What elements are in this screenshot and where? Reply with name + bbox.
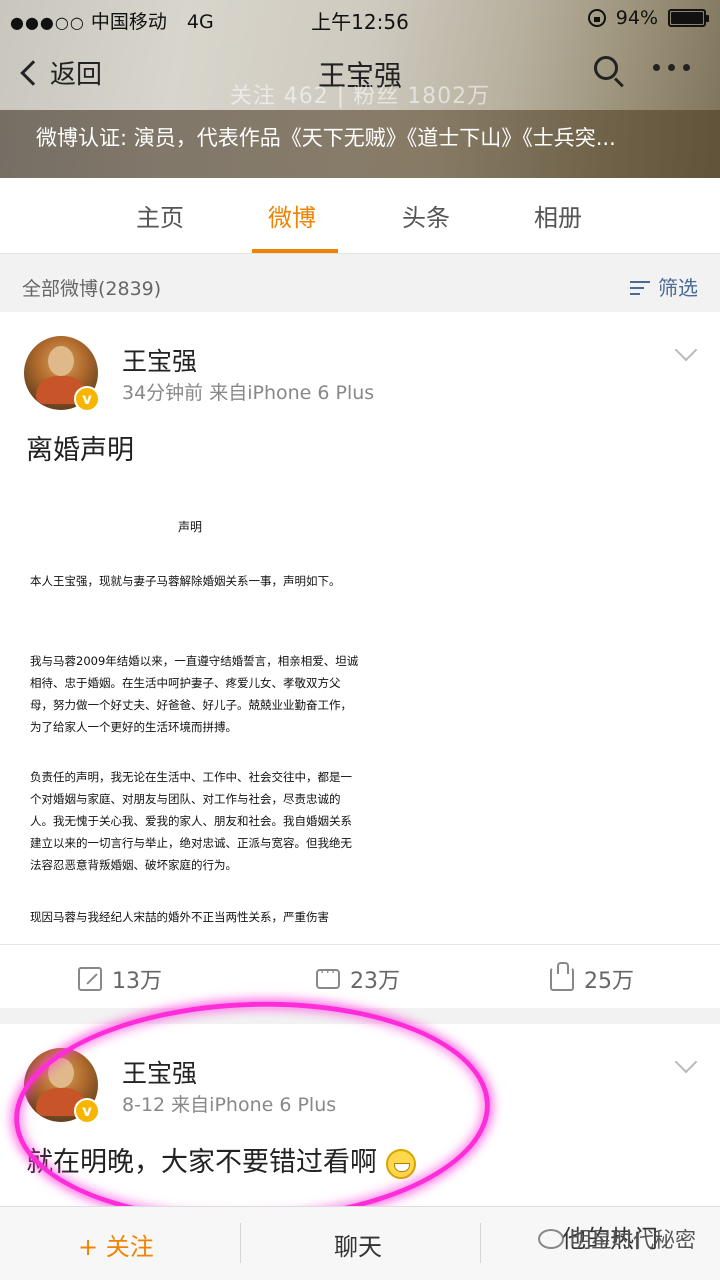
profile-header: ●●●○○ 中国移动 4G 上午12:56 94% 返回 王宝强 关注 462 … <box>0 0 720 178</box>
repost-count: 13万 <box>112 969 162 994</box>
avatar[interactable]: v <box>24 336 100 412</box>
verified-badge-icon: v <box>74 1098 100 1124</box>
status-right: 94% <box>587 7 709 29</box>
verification-text: 微博认证: 演员，代表作品《天下无贼》《道士下山》《士兵突... <box>36 126 616 150</box>
more-icon[interactable] <box>653 64 690 71</box>
post-card[interactable]: v 王宝强 34分钟前 来自iPhone 6 Plus 离婚声明 声明 本人王宝… <box>0 312 720 1008</box>
chat-button[interactable]: 聊天 <box>334 1227 382 1262</box>
follow-button[interactable]: + 关注 <box>78 1227 154 1262</box>
doc-title: 声明 <box>178 520 203 534</box>
verified-badge-icon: v <box>74 386 100 412</box>
thumbs-up-icon <box>550 962 574 991</box>
feed-count: 全部微博(2839) <box>22 278 162 300</box>
post-actions: 13万 23万 25万 <box>0 944 720 1008</box>
like-count: 25万 <box>584 969 634 994</box>
follow-label: 关注 <box>105 1233 154 1261</box>
post-text: 离婚声明 <box>26 435 134 466</box>
post-text: 就在明晚，大家不要错过看啊 <box>26 1147 377 1178</box>
watermark-text: 明星时代秘密 <box>570 1228 696 1252</box>
filter-label: 筛选 <box>658 276 698 300</box>
chevron-down-icon[interactable] <box>674 338 698 362</box>
divider <box>480 1223 481 1263</box>
battery-percent: 94% <box>615 7 658 29</box>
filter-icon <box>630 279 652 295</box>
post-author[interactable]: 王宝强 <box>122 1054 197 1090</box>
like-button[interactable]: 25万 <box>550 962 634 995</box>
repost-icon <box>78 967 102 991</box>
comment-button[interactable]: 23万 <box>316 963 400 995</box>
repost-button[interactable]: 13万 <box>78 963 162 995</box>
battery-icon <box>668 9 709 27</box>
filter-button[interactable]: 筛选 <box>630 272 698 301</box>
profile-stats: 关注 462 | 粉丝 1802万 <box>229 84 491 109</box>
post-meta: 8-12 来自iPhone 6 Plus <box>122 1094 337 1116</box>
tab-album[interactable]: 相册 <box>534 198 582 233</box>
post-meta: 34分钟前 来自iPhone 6 Plus <box>122 382 375 404</box>
profile-tabs: 主页 微博 头条 相册 <box>0 178 720 254</box>
tab-headlines[interactable]: 头条 <box>402 198 450 233</box>
grin-emoji-icon <box>385 1148 416 1179</box>
tab-home[interactable]: 主页 <box>136 198 184 233</box>
avatar[interactable]: v <box>24 1048 100 1124</box>
doc-paragraph: 我与马蓉2009年结婚以来，一直遵守结婚誓言，相亲相爱、坦诚相待、忠于婚姻。在生… <box>30 654 359 734</box>
divider <box>240 1223 241 1263</box>
doc-paragraph: 现因马蓉与我经纪人宋喆的婚外不正当两性关系，严重伤害 <box>30 910 329 924</box>
doc-paragraph: 负责任的声明，我无论在生活中、工作中、社会交往中，都是一个对婚姻与家庭、对朋友与… <box>30 770 352 872</box>
watermark: 明星时代秘密 <box>538 1224 696 1254</box>
wechat-icon <box>538 1229 564 1249</box>
comment-count: 23万 <box>350 969 400 994</box>
post-author[interactable]: 王宝强 <box>122 342 197 378</box>
chevron-down-icon[interactable] <box>674 1050 698 1074</box>
rotation-lock-icon <box>587 9 606 27</box>
feed-filter-bar: 全部微博(2839) 筛选 <box>0 256 720 312</box>
status-bar: ●●●○○ 中国移动 4G 上午12:56 94% <box>0 0 720 36</box>
comment-icon <box>316 965 340 989</box>
post-text-row: 就在明晚，大家不要错过看啊 <box>26 1140 416 1179</box>
doc-paragraph: 本人王宝强，现就与妻子马蓉解除婚姻关系一事，声明如下。 <box>30 574 341 588</box>
tab-weibo[interactable]: 微博 <box>268 198 316 233</box>
active-tab-indicator <box>252 249 338 253</box>
statement-image[interactable]: 声明 本人王宝强，现就与妻子马蓉解除婚姻关系一事，声明如下。 我与马蓉2009年… <box>26 502 694 940</box>
plus-icon: + <box>78 1233 106 1261</box>
